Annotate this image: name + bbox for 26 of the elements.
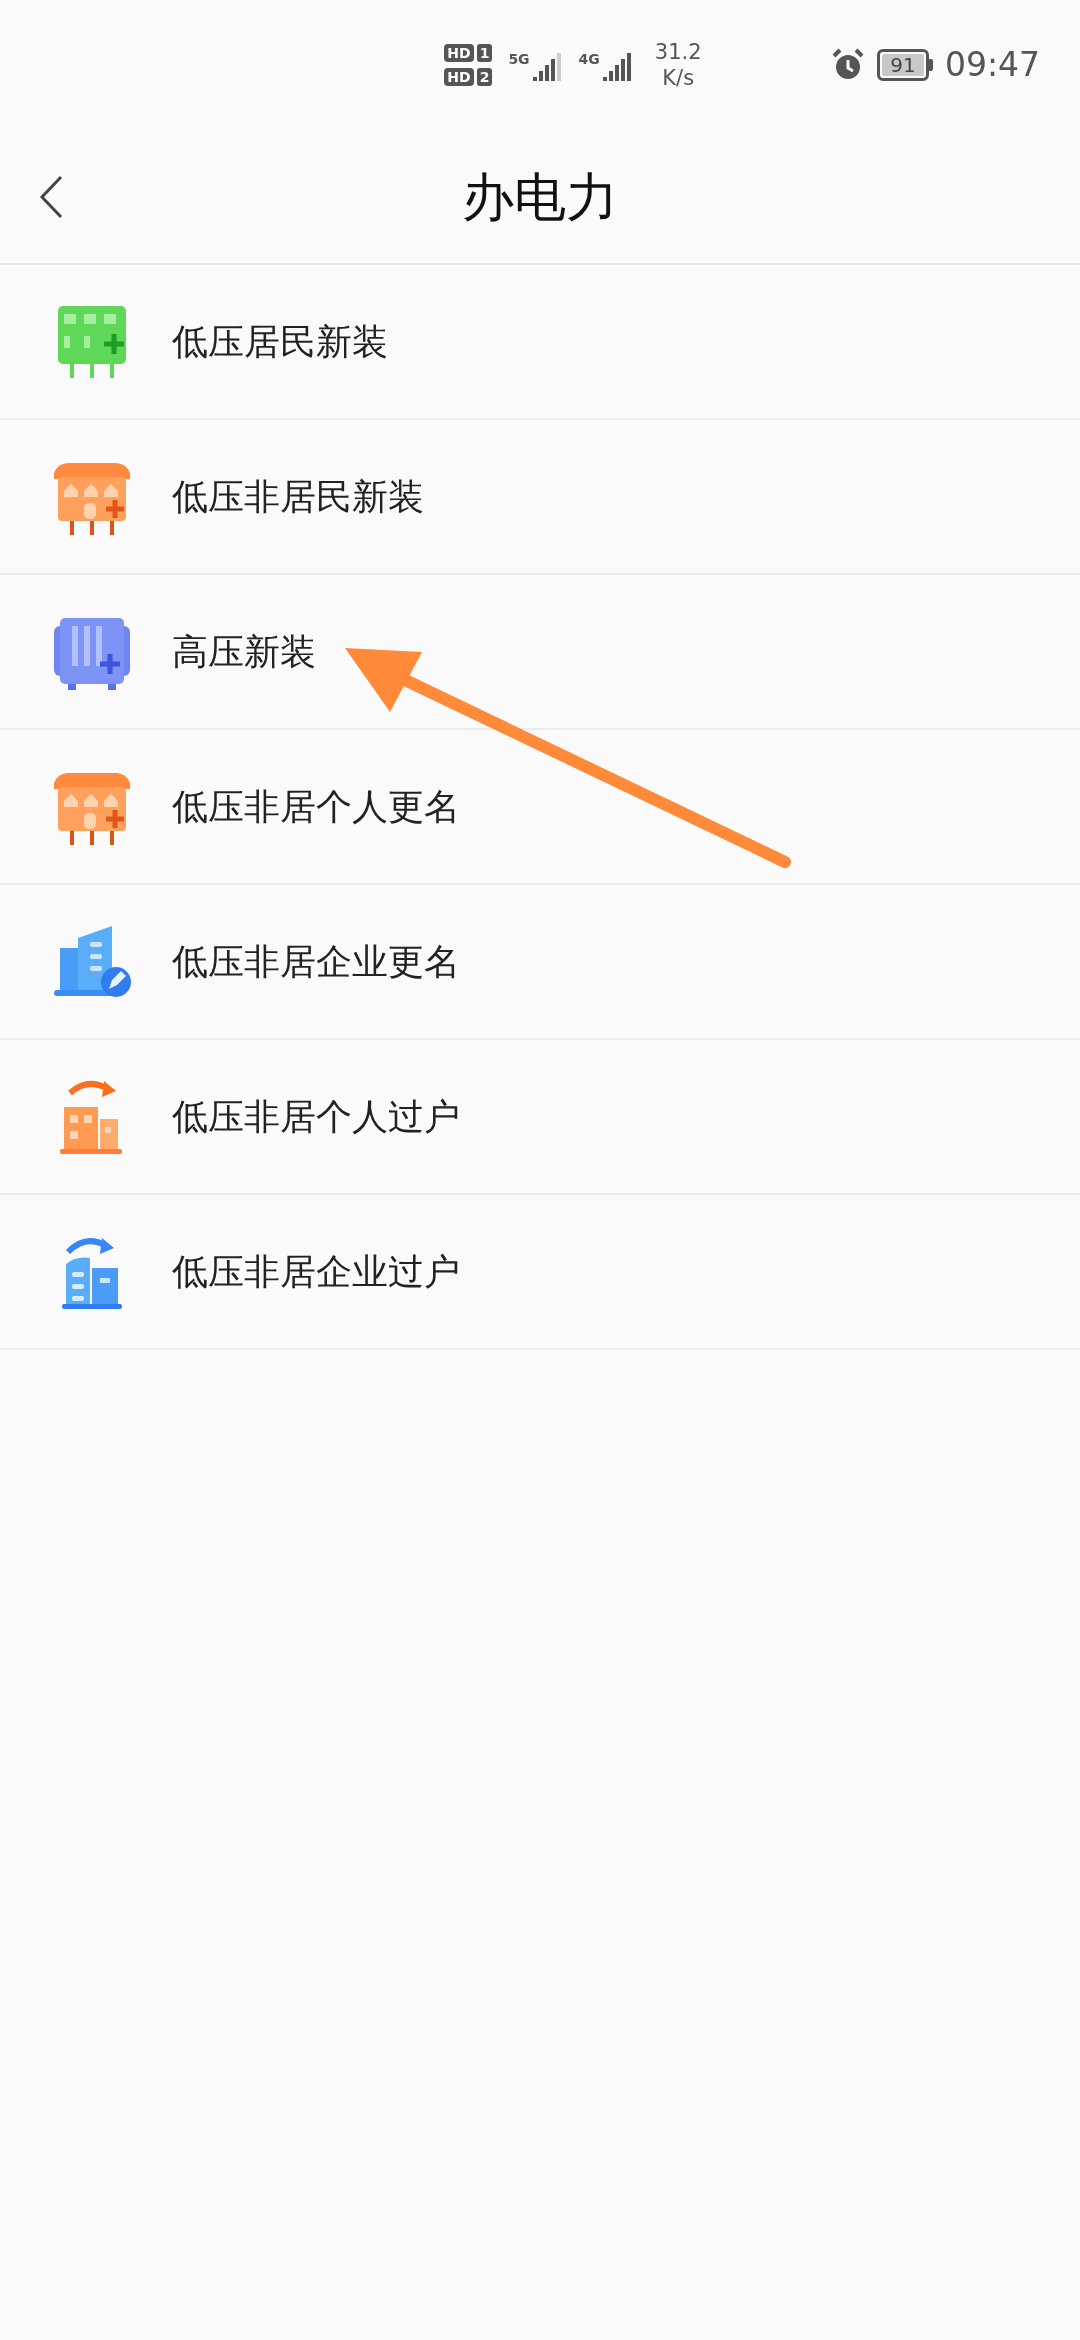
service-label: 低压非居个人过户	[172, 1094, 460, 1139]
network-speed: 31.2	[654, 39, 702, 65]
network-type: 5G	[508, 50, 530, 69]
service-list-item[interactable]: 低压非居个人过户	[0, 1040, 1080, 1195]
sim-slot-badge: 1	[476, 44, 493, 62]
service-list-item[interactable]: 低压非居个人更名	[0, 730, 1080, 885]
service-label: 低压非居企业过户	[172, 1249, 460, 1294]
service-label: 低压非居企业更名	[172, 939, 460, 984]
battery-level: 91	[881, 54, 924, 76]
service-list-item[interactable]: 低压居民新装	[0, 265, 1080, 420]
service-label: 高压新装	[172, 629, 316, 674]
network-type: 4G	[578, 50, 600, 69]
service-label: 低压非居个人更名	[172, 784, 460, 829]
service-label: 低压居民新装	[172, 319, 388, 364]
hd-badge: HD	[444, 44, 474, 62]
hd-badge: HD	[444, 68, 474, 86]
clock-time: 09:47	[944, 44, 1040, 87]
page-title: 办电力	[462, 165, 618, 229]
sim-slot-badge: 2	[476, 68, 493, 86]
service-list-item[interactable]: 低压非居企业过户	[0, 1195, 1080, 1350]
service-list-item[interactable]: 低压非居民新装	[0, 420, 1080, 575]
alarm-icon	[830, 48, 865, 82]
speed-unit: K/s	[662, 65, 695, 91]
service-list-item[interactable]: 低压非居企业更名	[0, 885, 1080, 1040]
service-label: 低压非居民新装	[172, 474, 424, 519]
back-chevron-icon	[39, 174, 63, 219]
